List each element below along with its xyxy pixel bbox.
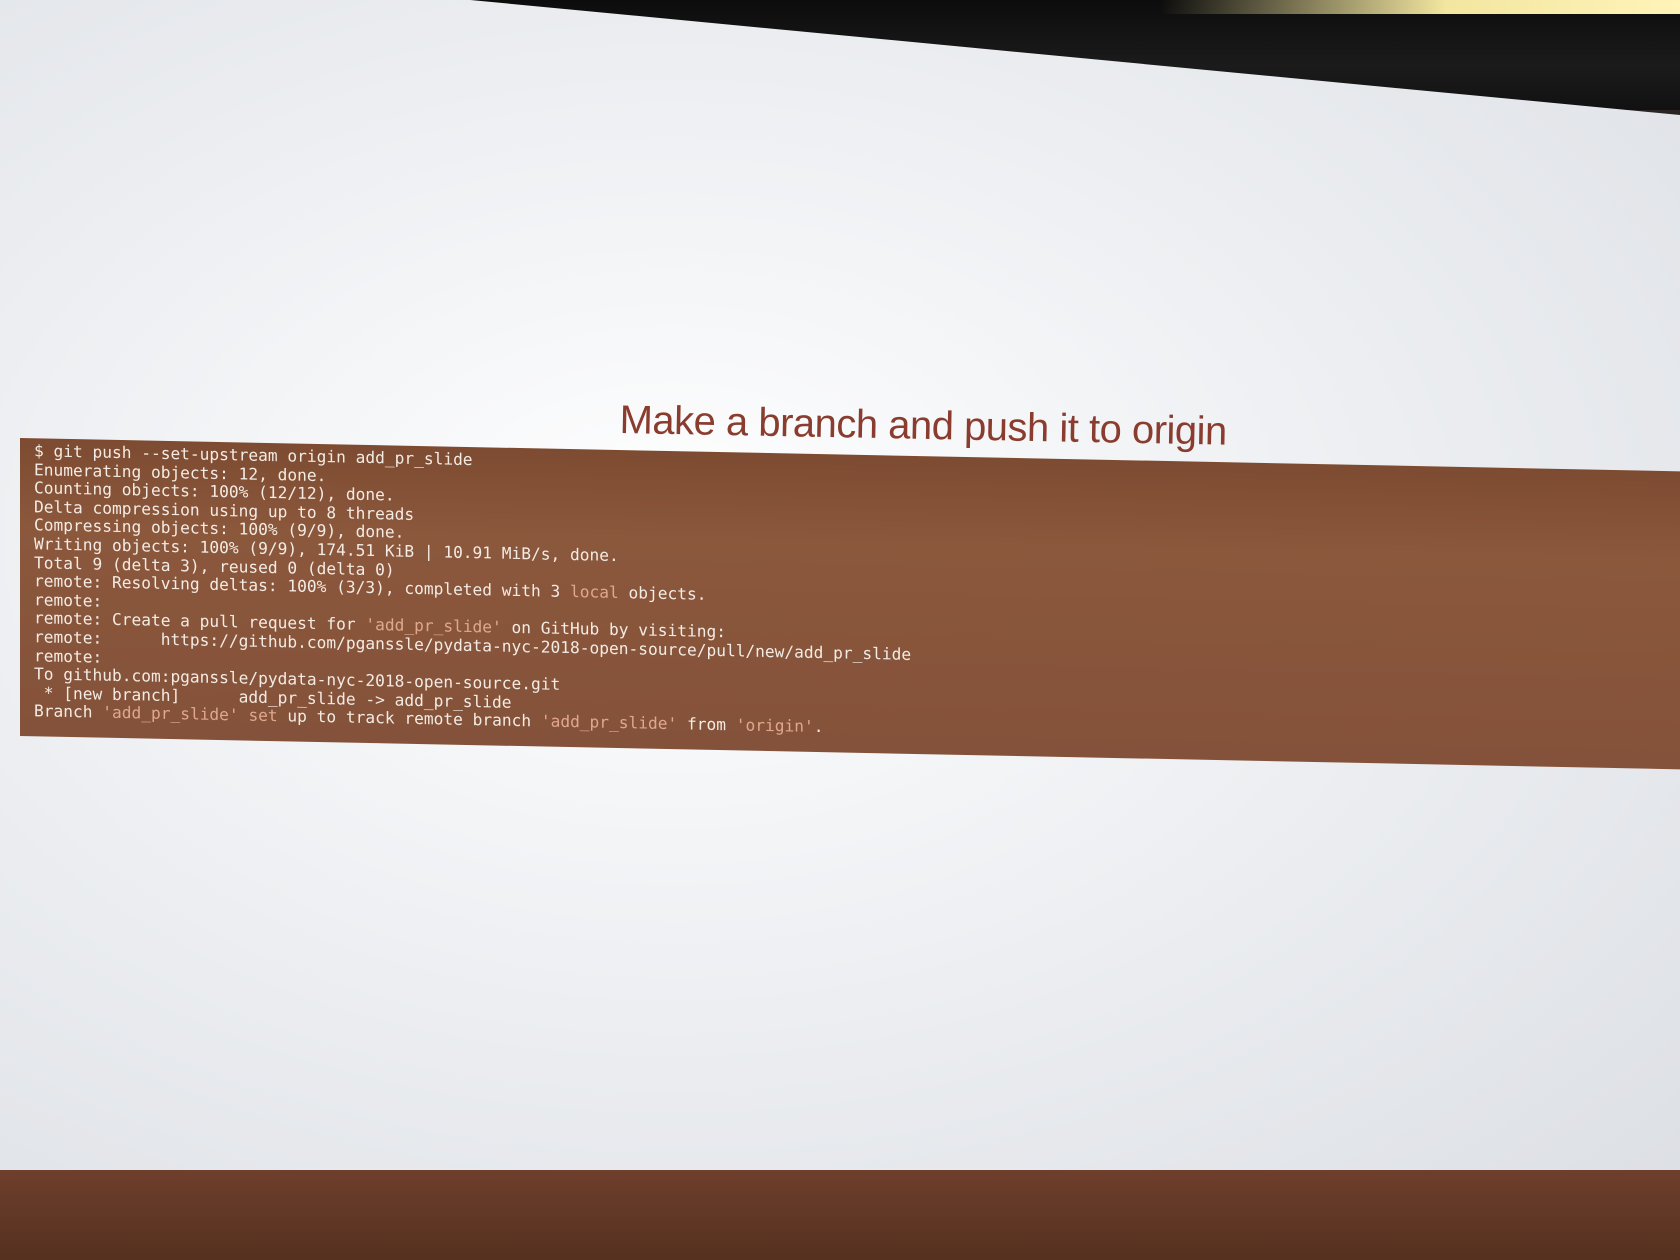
terminal-highlighted-token: 'add_pr_slide' [102, 702, 239, 725]
terminal-lines: $ git push --set-upstream origin add_pr_… [34, 441, 911, 739]
terminal-highlighted-token: 'add_pr_slide' [540, 711, 678, 734]
terminal-text: Branch [34, 701, 103, 722]
terminal-text: remote: [34, 590, 103, 611]
projection-screen: Make a branch and push it to origin $ gi… [0, 0, 1680, 1200]
terminal-highlighted-token: set [248, 705, 278, 726]
photo-stage: Make a branch and push it to origin $ gi… [0, 0, 1680, 1260]
terminal-highlighted-token: 'origin' [735, 715, 814, 737]
slide-title: Make a branch and push it to origin [619, 398, 1228, 454]
ceiling-light-glow [1160, 0, 1680, 14]
terminal-text: . [813, 717, 824, 737]
terminal-text: remote: [34, 645, 103, 667]
terminal-text: from [677, 714, 736, 735]
terminal-text: objects. [618, 583, 707, 604]
terminal-highlighted-token: local [570, 582, 619, 603]
terminal-output-panel: $ git push --set-upstream origin add_pr_… [20, 438, 1680, 770]
room-floor [0, 1170, 1680, 1260]
terminal-text: up to track remote branch [277, 706, 541, 731]
